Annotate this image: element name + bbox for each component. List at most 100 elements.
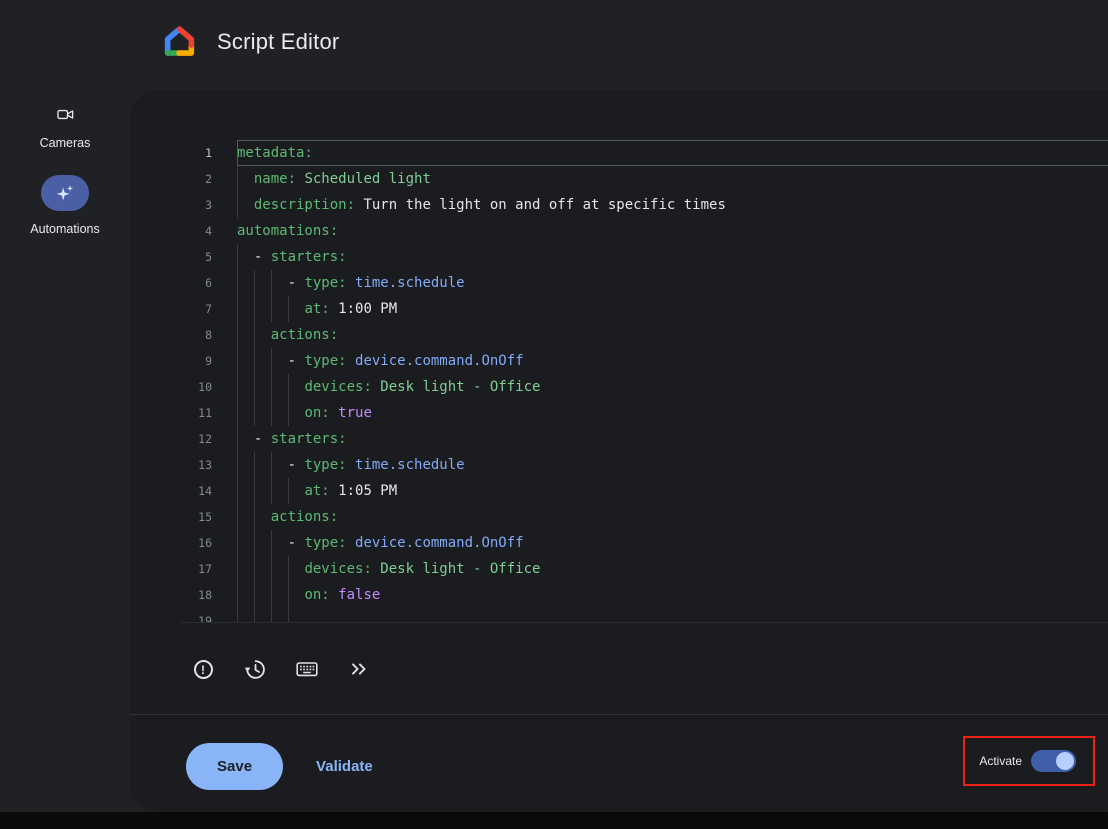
code-line[interactable]: 16 - type: device.command.OnOff xyxy=(180,530,1108,556)
indent-guide xyxy=(237,452,238,478)
auto-awesome-icon xyxy=(54,182,76,204)
editor-statusbar: ! xyxy=(188,625,374,713)
indent-guide xyxy=(237,530,238,556)
line-number: 4 xyxy=(180,218,212,244)
indent-guide xyxy=(237,556,238,582)
indent-guide xyxy=(237,166,238,192)
line-number: 8 xyxy=(180,322,212,348)
indent-guide xyxy=(254,374,255,400)
code-line[interactable]: 19 xyxy=(180,608,1108,623)
code-line[interactable]: 4automations: xyxy=(180,218,1108,244)
indent-guide xyxy=(288,556,289,582)
indent-guide xyxy=(237,374,238,400)
indent-guide xyxy=(237,322,238,348)
indent-guide xyxy=(288,478,289,504)
indent-guide xyxy=(254,556,255,582)
indent-guide xyxy=(271,556,272,582)
code-line[interactable]: 7 at: 1:00 PM xyxy=(180,296,1108,322)
code-line[interactable]: 18 on: false xyxy=(180,582,1108,608)
indent-guide xyxy=(288,374,289,400)
code-line[interactable]: 3 description: Turn the light on and off… xyxy=(180,192,1108,218)
more-tools-icon[interactable] xyxy=(344,654,374,684)
line-number: 3 xyxy=(180,192,212,218)
indent-guide xyxy=(271,296,272,322)
activate-label: Activate xyxy=(979,754,1022,768)
indent-guide xyxy=(271,270,272,296)
toggle-knob xyxy=(1056,752,1074,770)
indent-guide xyxy=(254,608,255,623)
indent-guide xyxy=(271,530,272,556)
code-line[interactable]: 6 - type: time.schedule xyxy=(180,270,1108,296)
sidebar-item-label: Cameras xyxy=(40,136,91,150)
indent-guide xyxy=(237,244,238,270)
indent-guide xyxy=(237,426,238,452)
line-number: 11 xyxy=(180,400,212,426)
bottom-strip xyxy=(0,812,1108,829)
indent-guide xyxy=(288,296,289,322)
code-line[interactable]: 13 - type: time.schedule xyxy=(180,452,1108,478)
indent-guide xyxy=(254,400,255,426)
save-button[interactable]: Save xyxy=(186,743,283,790)
line-number: 19 xyxy=(180,608,212,623)
indent-guide xyxy=(237,608,238,623)
code-line[interactable]: 5 - starters: xyxy=(180,244,1108,270)
code-line[interactable]: 9 - type: device.command.OnOff xyxy=(180,348,1108,374)
line-number: 14 xyxy=(180,478,212,504)
line-number: 5 xyxy=(180,244,212,270)
indent-guide xyxy=(254,582,255,608)
indent-guide xyxy=(237,504,238,530)
indent-guide xyxy=(271,582,272,608)
indent-guide xyxy=(237,270,238,296)
history-icon[interactable] xyxy=(240,654,270,684)
line-number: 13 xyxy=(180,452,212,478)
brand: Script Editor xyxy=(163,25,339,58)
script-editor-panel: 1metadata:2 name: Scheduled light3 descr… xyxy=(130,90,1108,812)
indent-guide xyxy=(254,452,255,478)
indent-guide xyxy=(271,400,272,426)
indent-guide xyxy=(254,348,255,374)
footer-divider xyxy=(130,714,1108,715)
indent-guide xyxy=(254,296,255,322)
google-home-logo-icon xyxy=(163,25,196,58)
code-line[interactable]: 17 devices: Desk light - Office xyxy=(180,556,1108,582)
code-line[interactable]: 10 devices: Desk light - Office xyxy=(180,374,1108,400)
indent-guide xyxy=(254,478,255,504)
indent-guide xyxy=(271,608,272,623)
sidebar-item-cameras[interactable]: Cameras xyxy=(40,103,91,150)
sidebar-item-automations[interactable]: Automations xyxy=(30,175,99,236)
line-number: 10 xyxy=(180,374,212,400)
keyboard-icon[interactable] xyxy=(292,654,322,684)
app-header: Script Editor xyxy=(0,0,1108,90)
indent-guide xyxy=(237,296,238,322)
indent-guide xyxy=(288,582,289,608)
validate-button[interactable]: Validate xyxy=(316,758,373,775)
problems-icon[interactable]: ! xyxy=(188,654,218,684)
indent-guide xyxy=(254,322,255,348)
line-number: 16 xyxy=(180,530,212,556)
code-line[interactable]: 14 at: 1:05 PM xyxy=(180,478,1108,504)
videocam-icon xyxy=(56,103,75,125)
indent-guide xyxy=(254,530,255,556)
line-number: 18 xyxy=(180,582,212,608)
line-number: 7 xyxy=(180,296,212,322)
indent-guide xyxy=(271,374,272,400)
code-line[interactable]: 12 - starters: xyxy=(180,426,1108,452)
code-line[interactable]: 15 actions: xyxy=(180,504,1108,530)
line-number: 15 xyxy=(180,504,212,530)
code-line[interactable]: 2 name: Scheduled light xyxy=(180,166,1108,192)
code-editor[interactable]: 1metadata:2 name: Scheduled light3 descr… xyxy=(180,140,1108,623)
code-line[interactable]: 1metadata: xyxy=(180,140,1108,166)
indent-guide xyxy=(237,478,238,504)
annotation-highlight: Activate xyxy=(963,736,1095,786)
indent-guide xyxy=(254,270,255,296)
code-line[interactable]: 11 on: true xyxy=(180,400,1108,426)
indent-guide xyxy=(288,608,289,623)
line-number: 9 xyxy=(180,348,212,374)
indent-guide xyxy=(237,192,238,218)
indent-guide xyxy=(288,400,289,426)
sidebar-item-label: Automations xyxy=(30,222,99,236)
code-line[interactable]: 8 actions: xyxy=(180,322,1108,348)
activate-toggle[interactable] xyxy=(1031,750,1076,772)
indent-guide xyxy=(271,348,272,374)
indent-guide xyxy=(271,478,272,504)
